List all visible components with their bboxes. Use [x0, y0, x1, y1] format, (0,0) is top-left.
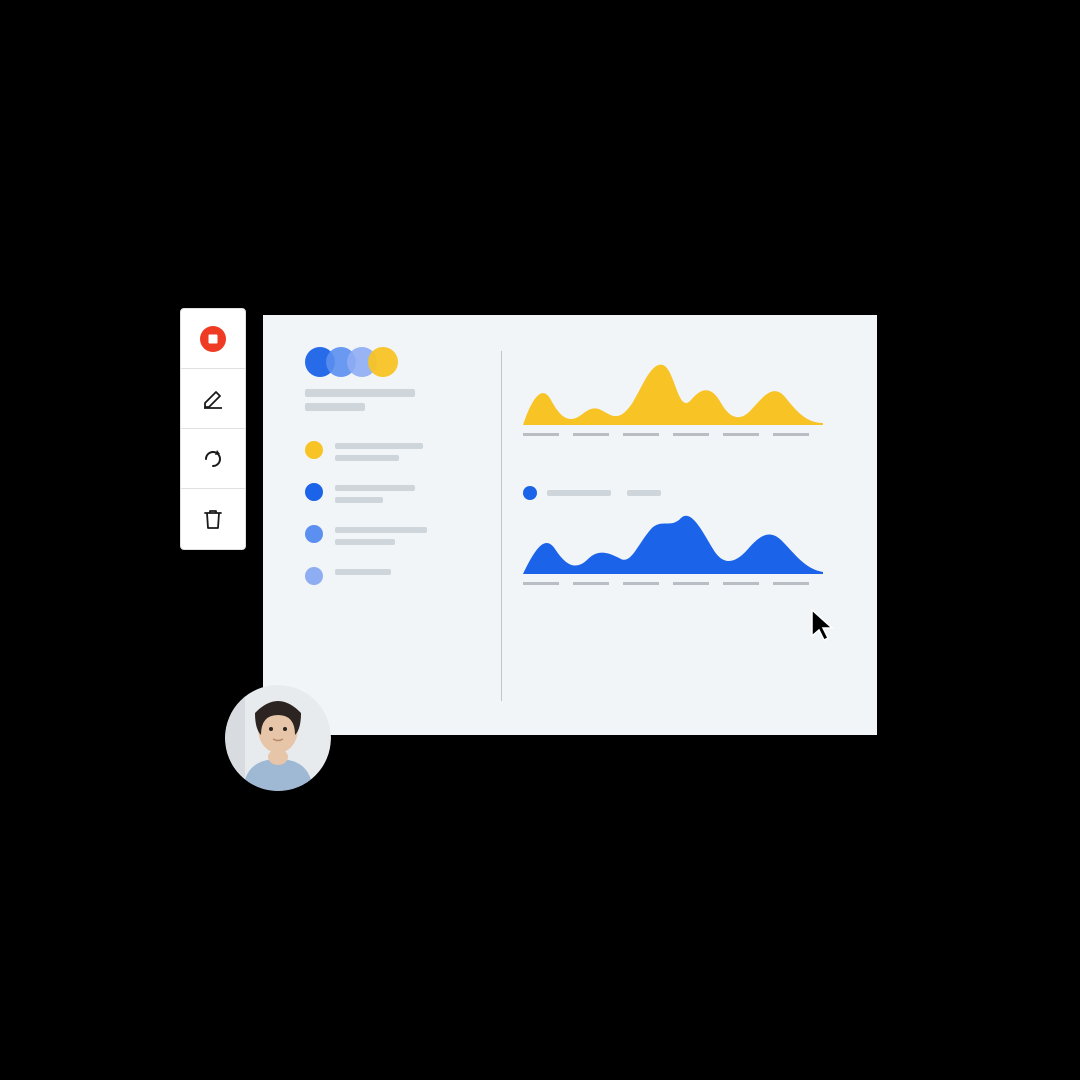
placeholder-line: [335, 443, 423, 449]
axis-tick: [723, 582, 759, 585]
dashboard-canvas: [263, 315, 877, 735]
list-item: [305, 525, 483, 545]
placeholder-line: [547, 490, 611, 496]
list-item: [305, 483, 483, 503]
placeholder-line: [335, 539, 395, 545]
area-chart-yellow: [523, 355, 823, 425]
axis-tick: [523, 582, 559, 585]
area-chart-blue: [523, 504, 823, 574]
list-item: [305, 567, 483, 585]
placeholder-line: [335, 569, 391, 575]
bullet-dot: [305, 567, 323, 585]
bullet-dot: [305, 525, 323, 543]
cursor-icon: [810, 608, 836, 642]
trash-icon: [201, 507, 225, 531]
chart-axis-ticks: [523, 582, 853, 585]
bullet-dot: [305, 441, 323, 459]
axis-tick: [673, 582, 709, 585]
placeholder-line: [627, 490, 661, 496]
placeholder-line: [305, 403, 365, 411]
axis-tick: [623, 582, 659, 585]
placeholder-line: [335, 455, 399, 461]
redo-button[interactable]: [181, 429, 245, 489]
placeholder-line: [335, 527, 427, 533]
avatar-image: [225, 685, 331, 791]
pencil-icon: [200, 386, 226, 412]
chart-yellow: [523, 355, 853, 436]
axis-tick: [573, 433, 609, 436]
chart-axis-ticks: [523, 433, 853, 436]
list-item: [305, 441, 483, 461]
delete-button[interactable]: [181, 489, 245, 549]
axis-tick: [523, 433, 559, 436]
chart-blue: [523, 486, 853, 585]
axis-tick: [673, 433, 709, 436]
placeholder-line: [335, 497, 383, 503]
left-panel: [263, 315, 483, 735]
legend-dot: [523, 486, 537, 500]
list-items: [305, 441, 483, 585]
right-panel: [483, 315, 877, 735]
axis-tick: [623, 433, 659, 436]
axis-tick: [773, 582, 809, 585]
chart-label-row: [523, 486, 853, 500]
vertical-divider: [501, 351, 502, 701]
placeholder-line: [335, 485, 415, 491]
bullet-dot: [305, 483, 323, 501]
stop-record-button[interactable]: [181, 309, 245, 369]
axis-tick: [723, 433, 759, 436]
logo-dot: [368, 347, 398, 377]
recording-toolbar: [180, 308, 246, 550]
axis-tick: [573, 582, 609, 585]
axis-tick: [773, 433, 809, 436]
placeholder-line: [305, 389, 415, 397]
stop-icon: [199, 325, 227, 353]
presenter-avatar: [225, 685, 331, 791]
logo-dots: [305, 347, 483, 377]
edit-button[interactable]: [181, 369, 245, 429]
redo-icon: [200, 446, 226, 472]
